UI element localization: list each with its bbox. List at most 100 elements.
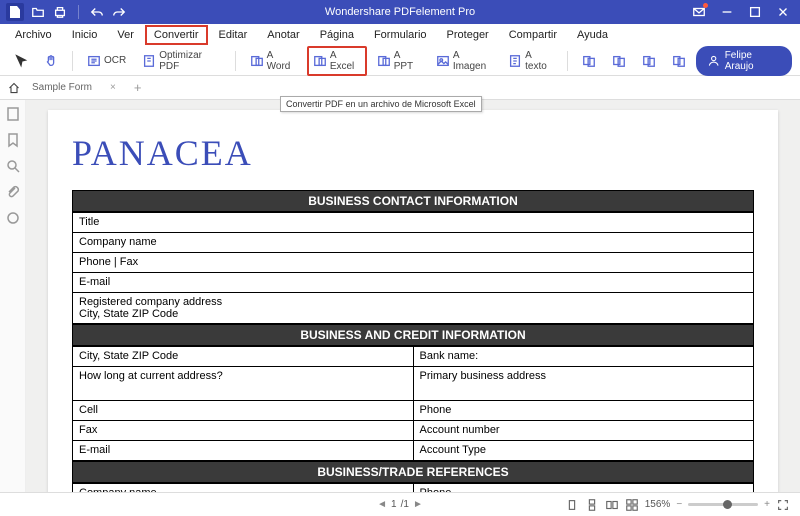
tab-add-button[interactable]: + bbox=[126, 80, 150, 95]
view-single-icon[interactable] bbox=[565, 498, 579, 512]
zoom-out-icon[interactable]: − bbox=[676, 499, 682, 510]
next-page-icon[interactable]: ► bbox=[413, 499, 423, 510]
undo-icon[interactable] bbox=[89, 4, 105, 20]
menu-pagina[interactable]: Página bbox=[311, 25, 363, 45]
table-row: Company namePhone bbox=[73, 484, 754, 493]
tab-close-icon[interactable]: × bbox=[110, 82, 116, 93]
menu-anotar[interactable]: Anotar bbox=[258, 25, 308, 45]
minimize-icon[interactable] bbox=[714, 1, 740, 23]
table-row: E-mail bbox=[73, 273, 754, 293]
thumbnails-icon[interactable] bbox=[5, 106, 21, 122]
page-total: /1 bbox=[401, 499, 409, 510]
optimize-button[interactable]: Optimizar PDF bbox=[136, 46, 227, 76]
to-image-button[interactable]: A Imagen bbox=[430, 46, 498, 76]
table-row: Company name bbox=[73, 233, 754, 253]
to-word-button[interactable]: A Word bbox=[244, 46, 303, 76]
zoom-in-icon[interactable]: + bbox=[764, 499, 770, 510]
cell: E-mail bbox=[73, 273, 754, 293]
menu-bar: Archivo Inicio Ver Convertir Editar Anot… bbox=[0, 24, 800, 46]
table-row: E-mailAccount Type bbox=[73, 441, 754, 461]
table-row: Title bbox=[73, 213, 754, 233]
batch-1-button[interactable] bbox=[576, 50, 602, 72]
tooltip: Convertir PDF en un archivo de Microsoft… bbox=[280, 96, 482, 112]
page-nav: ◄ 1 /1 ► bbox=[377, 499, 423, 510]
cell: Fax bbox=[73, 421, 414, 441]
prev-page-icon[interactable]: ◄ bbox=[377, 499, 387, 510]
section-header-1: BUSINESS CONTACT INFORMATION bbox=[72, 190, 754, 212]
ocr-button[interactable]: OCR bbox=[81, 50, 132, 72]
cell: Company name bbox=[73, 233, 754, 253]
pdf-page: PANACEA BUSINESS CONTACT INFORMATION Tit… bbox=[48, 110, 778, 492]
menu-ver[interactable]: Ver bbox=[108, 25, 143, 45]
batch-2-button[interactable] bbox=[606, 50, 632, 72]
cell: Company name bbox=[73, 484, 414, 493]
titlebar-right bbox=[686, 1, 800, 23]
cell: How long at current address? bbox=[73, 367, 414, 401]
menu-archivo[interactable]: Archivo bbox=[6, 25, 61, 45]
app-title: Wondershare PDFelement Pro bbox=[325, 6, 475, 18]
table-row: CellPhone bbox=[73, 401, 754, 421]
pointer-tool[interactable] bbox=[8, 50, 34, 72]
batch-3-button[interactable] bbox=[636, 50, 662, 72]
menu-inicio[interactable]: Inicio bbox=[63, 25, 107, 45]
to-ppt-button[interactable]: A PPT bbox=[371, 46, 426, 76]
open-icon[interactable] bbox=[30, 4, 46, 20]
optimize-label: Optimizar PDF bbox=[159, 50, 221, 72]
zoom-slider[interactable] bbox=[688, 503, 758, 506]
menu-formulario[interactable]: Formulario bbox=[365, 25, 436, 45]
hand-tool[interactable] bbox=[38, 50, 64, 72]
cell: Cell bbox=[73, 401, 414, 421]
page-current: 1 bbox=[391, 499, 397, 510]
cell: Phone bbox=[413, 401, 754, 421]
view-facing-cont-icon[interactable] bbox=[625, 498, 639, 512]
titlebar-left bbox=[0, 3, 127, 21]
fullscreen-icon[interactable] bbox=[776, 498, 790, 512]
tab-label: Sample Form bbox=[32, 82, 92, 93]
menu-editar[interactable]: Editar bbox=[210, 25, 257, 45]
attachments-icon[interactable] bbox=[5, 184, 21, 200]
close-icon[interactable] bbox=[770, 1, 796, 23]
zoom-value: 156% bbox=[645, 499, 671, 510]
table-2: City, State ZIP CodeBank name: How long … bbox=[72, 346, 754, 461]
section-header-2: BUSINESS AND CREDIT INFORMATION bbox=[72, 324, 754, 346]
view-continuous-icon[interactable] bbox=[585, 498, 599, 512]
bookmarks-icon[interactable] bbox=[5, 132, 21, 148]
section-header-3: BUSINESS/TRADE REFERENCES bbox=[72, 461, 754, 483]
title-bar: Wondershare PDFelement Pro bbox=[0, 0, 800, 24]
search-icon[interactable] bbox=[5, 158, 21, 174]
menu-ayuda[interactable]: Ayuda bbox=[568, 25, 617, 45]
mail-icon[interactable] bbox=[686, 1, 712, 23]
to-text-label: A texto bbox=[525, 50, 553, 72]
user-icon bbox=[708, 55, 719, 67]
menu-convertir[interactable]: Convertir bbox=[145, 25, 208, 45]
status-right: 156% − + bbox=[565, 498, 790, 512]
to-excel-button[interactable]: A Excel bbox=[307, 46, 367, 76]
redo-icon[interactable] bbox=[111, 4, 127, 20]
status-bar: ◄ 1 /1 ► 156% − + bbox=[0, 492, 800, 516]
to-text-button[interactable]: A texto bbox=[502, 46, 559, 76]
cell: Title bbox=[73, 213, 754, 233]
app-logo bbox=[6, 3, 24, 21]
print-icon[interactable] bbox=[52, 4, 68, 20]
table-3: Company namePhone AddressFax City, State… bbox=[72, 483, 754, 492]
tab-sample-form[interactable]: Sample Form × bbox=[22, 78, 126, 97]
batch-4-button[interactable] bbox=[666, 50, 692, 72]
table-row: Phone | Fax bbox=[73, 253, 754, 273]
menu-proteger[interactable]: Proteger bbox=[438, 25, 498, 45]
to-word-label: A Word bbox=[267, 50, 297, 72]
to-ppt-label: A PPT bbox=[394, 50, 420, 72]
view-facing-icon[interactable] bbox=[605, 498, 619, 512]
cell: Phone bbox=[413, 484, 754, 493]
canvas[interactable]: PANACEA BUSINESS CONTACT INFORMATION Tit… bbox=[26, 100, 800, 492]
cell: E-mail bbox=[73, 441, 414, 461]
menu-compartir[interactable]: Compartir bbox=[500, 25, 566, 45]
table-1: Title Company name Phone | Fax E-mail Re… bbox=[72, 212, 754, 324]
table-row: How long at current address?Primary busi… bbox=[73, 367, 754, 401]
home-icon[interactable] bbox=[6, 80, 22, 96]
user-button[interactable]: Felipe Araujo bbox=[696, 46, 792, 76]
cell: Account Type bbox=[413, 441, 754, 461]
maximize-icon[interactable] bbox=[742, 1, 768, 23]
cell: City, State ZIP Code bbox=[73, 347, 414, 367]
table-row: FaxAccount number bbox=[73, 421, 754, 441]
comments-icon[interactable] bbox=[5, 210, 21, 226]
